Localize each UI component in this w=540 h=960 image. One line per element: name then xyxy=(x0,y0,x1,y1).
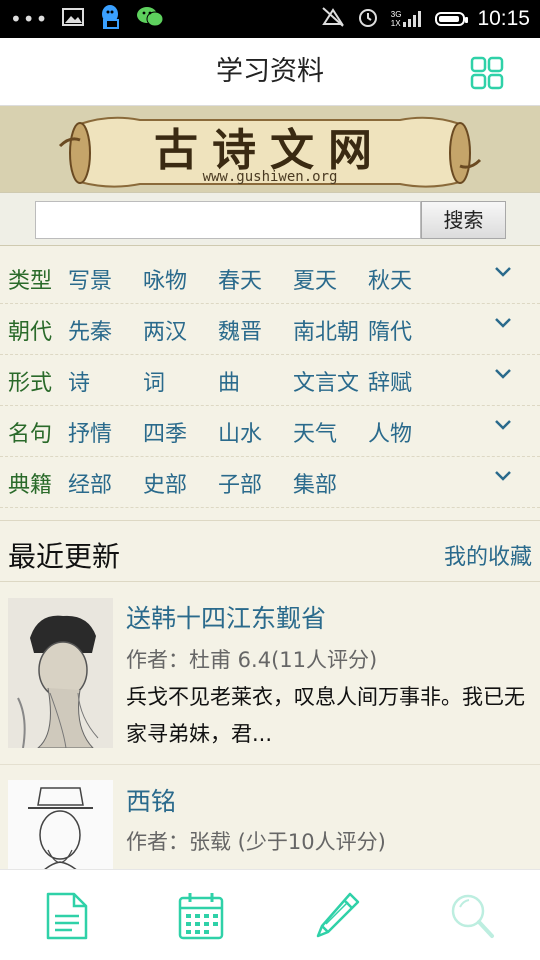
search-input[interactable] xyxy=(35,201,421,239)
list-item[interactable]: 西铭 作者：张载 (少于10人评分) xyxy=(0,766,540,869)
chevron-down-icon[interactable] xyxy=(494,265,512,279)
search-button[interactable]: 搜索 xyxy=(421,201,506,239)
category-item[interactable]: 词 xyxy=(143,365,165,397)
overflow-dots: ••• xyxy=(10,7,49,31)
search-icon xyxy=(451,894,494,938)
battery-icon xyxy=(435,12,469,26)
category-label: 名句 xyxy=(8,422,53,447)
category-item[interactable]: 抒情 xyxy=(68,416,112,448)
clock: 10:15 xyxy=(477,7,530,30)
list-item[interactable]: 送韩十四江东觐省 作者：杜甫 6.4(11人评分) 兵戈不见老莱衣，叹息人间万事… xyxy=(0,583,540,765)
category-item[interactable]: 辞赋 xyxy=(368,365,412,397)
status-bar: ••• 3G 1X 10:15 xyxy=(0,0,540,38)
app-header: 学习资料 xyxy=(0,38,540,106)
site-banner: 古诗文网 www.gushiwen.org xyxy=(0,106,540,192)
alarm-icon xyxy=(357,6,379,32)
logo-url: www.gushiwen.org xyxy=(202,169,338,185)
category-label: 典籍 xyxy=(8,473,53,498)
category-item[interactable]: 春天 xyxy=(218,263,262,295)
pencil-icon xyxy=(316,892,360,938)
poem-meta: 作者：张载 (少于10人评分) xyxy=(126,830,386,854)
category-item[interactable]: 文言文 xyxy=(293,365,359,397)
category-item[interactable]: 四季 xyxy=(143,416,187,448)
chevron-down-icon[interactable] xyxy=(494,367,512,381)
grid-menu-button[interactable] xyxy=(470,56,504,90)
category-row: 典籍 经部 史部 子部 集部 xyxy=(0,457,540,508)
category-item[interactable]: 史部 xyxy=(143,467,187,499)
category-row: 名句 抒情 四季 山水 天气 人物 xyxy=(0,406,540,457)
category-row: 形式诗 词 曲 文言文 辞赋 xyxy=(0,355,540,406)
category-label: 形式 xyxy=(8,371,53,396)
favorites-link[interactable]: 我的收藏 xyxy=(444,539,532,571)
mute-icon xyxy=(321,6,345,32)
category-label: 朝代 xyxy=(8,320,53,345)
category-row: 类型 写景 咏物 春天 夏天 秋天 xyxy=(0,253,540,304)
poem-meta: 作者：杜甫 6.4(11人评分) xyxy=(126,648,378,672)
category-row: 朝代 先秦 两汉 魏晋 南北朝 隋代 xyxy=(0,304,540,355)
category-item[interactable]: 魏晋 xyxy=(218,314,262,346)
category-item[interactable]: 咏物 xyxy=(143,263,187,295)
nav-write-button[interactable] xyxy=(312,890,362,942)
category-item[interactable]: 集部 xyxy=(293,467,337,499)
poem-excerpt: 兵戈不见老莱衣，叹息人间万事非。我已无家寻弟妹，君... xyxy=(126,685,525,746)
poem-title[interactable]: 西铭 xyxy=(126,782,176,818)
category-item[interactable]: 两汉 xyxy=(143,314,187,346)
category-item[interactable]: 经部 xyxy=(68,467,112,499)
category-item[interactable]: 夏天 xyxy=(293,263,337,295)
category-item[interactable]: 天气 xyxy=(293,416,337,448)
nav-search-button[interactable] xyxy=(448,890,498,942)
calendar-icon xyxy=(178,893,224,940)
category-item[interactable]: 山水 xyxy=(218,416,262,448)
document-icon xyxy=(46,892,88,940)
page-title: 学习资料 xyxy=(216,56,324,87)
author-portrait xyxy=(8,780,113,869)
category-item[interactable]: 人物 xyxy=(368,416,412,448)
nav-document-button[interactable] xyxy=(42,890,92,942)
image-icon xyxy=(62,8,85,30)
category-item[interactable]: 写景 xyxy=(68,263,112,295)
category-item[interactable]: 南北朝 xyxy=(293,314,359,346)
recent-section-header: 最近更新 我的收藏 xyxy=(0,520,540,582)
qq-icon xyxy=(98,3,122,35)
category-list: 类型 写景 咏物 春天 夏天 秋天 朝代 先秦 两汉 魏晋 南北朝 隋代 形式诗词曲文言文 辞赋 名句 抒情四… xyxy=(0,253,540,508)
category-item[interactable]: 秋天 xyxy=(368,263,412,295)
chevron-down-icon[interactable] xyxy=(494,316,512,330)
chevron-down-icon[interactable] xyxy=(494,418,512,432)
recent-title: 最近更新 xyxy=(8,540,121,573)
category-item[interactable]: 曲 xyxy=(218,365,240,397)
grid-icon xyxy=(470,56,504,90)
category-item[interactable]: 先秦 xyxy=(68,314,112,346)
signal-icon: 3G 1X xyxy=(391,10,424,28)
category-item[interactable]: 诗 xyxy=(68,365,90,397)
author-portrait xyxy=(8,598,113,749)
search-bar: 搜索 xyxy=(0,192,540,246)
category-label: 类型 xyxy=(8,269,53,294)
bottom-navigation xyxy=(0,869,540,960)
category-item[interactable]: 隋代 xyxy=(368,314,412,346)
category-item[interactable]: 子部 xyxy=(218,467,262,499)
nav-calendar-button[interactable] xyxy=(176,890,226,942)
wechat-icon xyxy=(136,6,164,32)
poem-title[interactable]: 送韩十四江东觐省 xyxy=(126,599,326,635)
chevron-down-icon[interactable] xyxy=(494,469,512,483)
